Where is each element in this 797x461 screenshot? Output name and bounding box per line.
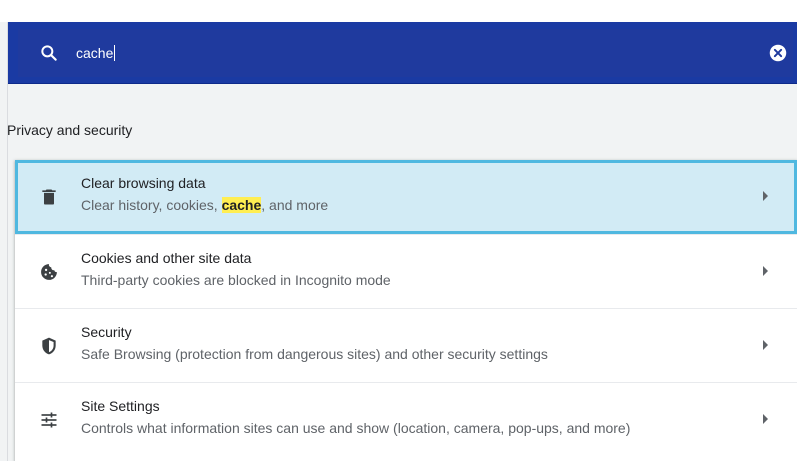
section-title: Privacy and security: [7, 122, 133, 138]
chevron-right-icon: [763, 191, 768, 201]
text-caret: [114, 45, 116, 61]
row-title: Cookies and other site data: [81, 250, 252, 266]
trash-icon: [42, 189, 56, 205]
cookies-row[interactable]: Cookies and other site data Third-party …: [15, 234, 797, 308]
left-divider: [7, 22, 8, 461]
chevron-right-icon: [763, 414, 768, 424]
row-subtitle: Safe Browsing (protection from dangerous…: [81, 346, 548, 362]
shield-icon: [42, 337, 56, 355]
search-input[interactable]: cache: [76, 42, 726, 64]
row-subtitle: Third-party cookies are blocked in Incog…: [81, 272, 391, 288]
row-title: Clear browsing data: [81, 175, 206, 191]
row-title: Site Settings: [81, 398, 160, 414]
subtitle-text: Clear history, cookies,: [81, 197, 222, 213]
row-subtitle: Controls what information sites can use …: [81, 420, 631, 436]
top-margin: [0, 0, 797, 22]
search-icon: [41, 45, 57, 61]
search-toolbar: cache: [7, 22, 797, 84]
privacy-settings-card: Clear browsing data Clear history, cooki…: [15, 160, 797, 461]
subtitle-text: , and more: [261, 197, 329, 213]
search-box[interactable]: cache: [18, 29, 793, 77]
site-settings-row[interactable]: Site Settings Controls what information …: [15, 382, 797, 461]
chevron-right-icon: [763, 266, 768, 276]
row-title: Security: [81, 324, 132, 340]
search-match-highlight: cache: [221, 197, 262, 213]
chevron-right-icon: [763, 340, 768, 350]
search-input-value: cache: [76, 45, 114, 61]
tune-icon: [41, 412, 57, 428]
row-subtitle: Clear history, cookies, cache, and more: [81, 197, 328, 213]
cookie-icon: [41, 264, 57, 280]
settings-page: cache Privacy and security Clear browsin…: [0, 0, 797, 461]
security-row[interactable]: Security Safe Browsing (protection from …: [15, 308, 797, 382]
clear-browsing-data-row[interactable]: Clear browsing data Clear history, cooki…: [15, 160, 797, 234]
clear-search-icon[interactable]: [769, 44, 787, 62]
